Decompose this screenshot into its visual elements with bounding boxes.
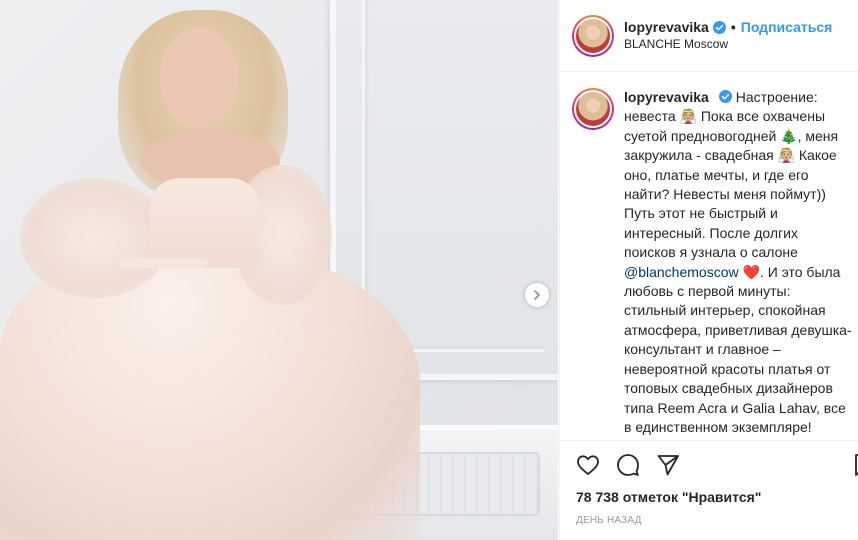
follow-button[interactable]: Подписаться (741, 19, 833, 36)
caption-body-part2: . И это была любовь с первой минуты: сти… (624, 263, 852, 440)
post-timestamp[interactable]: день назад (576, 515, 642, 526)
separator-dot: • (730, 18, 736, 35)
caption-comment: lopyrevavika Настроение: невеста 👰🏼 Пока… (572, 88, 858, 440)
verified-badge-icon (712, 20, 726, 34)
post-header: lopyrevavika • Подписаться BLANCHE Mosco… (560, 0, 858, 72)
caption-body-part1: Настроение: невеста 👰🏼 Пока все охвачены… (624, 89, 839, 261)
mention-link[interactable]: @blanchemoscow (624, 264, 739, 280)
comment-bubble-icon[interactable] (616, 453, 640, 477)
location-link[interactable]: BLANCHE Moscow (624, 36, 832, 53)
post-photo[interactable] (0, 0, 558, 540)
next-photo-button[interactable] (525, 283, 549, 307)
avatar[interactable] (572, 14, 614, 57)
dress-bodice (150, 178, 260, 268)
face (160, 28, 238, 128)
verified-badge-icon (718, 90, 732, 103)
header-username[interactable]: lopyrevavika (624, 19, 709, 36)
caption-username[interactable]: lopyrevavika (624, 89, 709, 105)
chevron-right-icon (534, 290, 540, 300)
paper-plane-icon[interactable] (656, 453, 680, 477)
caption-avatar[interactable] (572, 88, 614, 130)
bookmark-icon[interactable] (851, 453, 858, 477)
likes-count[interactable]: 78 738 отметок "Нравится" (576, 489, 761, 505)
post-side-panel: lopyrevavika • Подписаться BLANCHE Mosco… (559, 0, 858, 540)
dress-sash (118, 258, 208, 268)
post-actions: 78 738 отметок "Нравится" день назад (560, 440, 858, 540)
caption-text: lopyrevavika Настроение: невеста 👰🏼 Пока… (624, 88, 852, 440)
heart-emoji: ❤️ (742, 263, 760, 280)
heart-outline-icon[interactable] (576, 453, 600, 477)
dress-sleeve-left (20, 178, 170, 298)
